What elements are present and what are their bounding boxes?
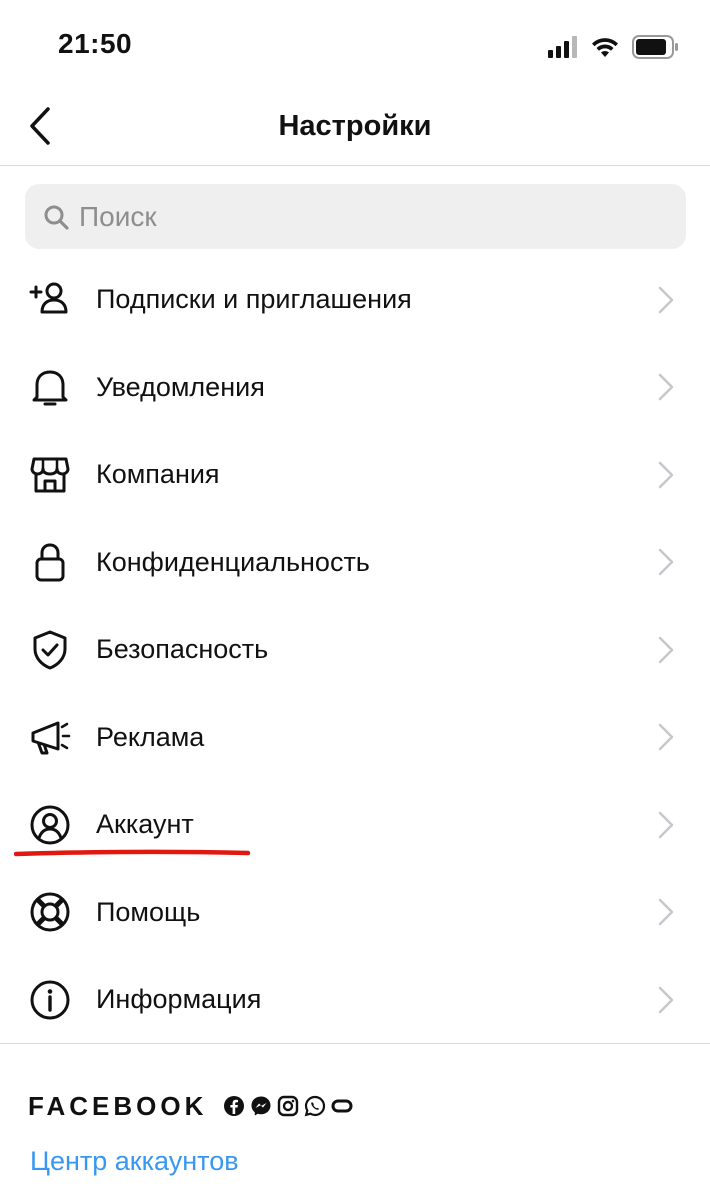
status-icons bbox=[548, 30, 680, 64]
search-box[interactable] bbox=[25, 184, 686, 249]
menu-item-help[interactable]: Помощь bbox=[0, 869, 710, 957]
instagram-icon bbox=[278, 1095, 299, 1117]
menu-item-label: Аккаунт bbox=[96, 809, 194, 840]
divider bbox=[0, 1043, 710, 1044]
bell-icon bbox=[28, 365, 72, 409]
menu-item-label: Реклама bbox=[96, 721, 205, 752]
cellular-signal-icon bbox=[548, 36, 577, 58]
chevron-right-icon bbox=[658, 461, 674, 488]
menu-item-follow-invite[interactable]: Подписки и приглашения bbox=[0, 256, 710, 344]
status-bar: 21:50 bbox=[0, 0, 710, 90]
chevron-right-icon bbox=[658, 724, 674, 751]
search-input[interactable] bbox=[79, 200, 639, 233]
shield-check-icon bbox=[28, 628, 72, 672]
settings-menu: Подписки и приглашения Уведомления Компа… bbox=[0, 256, 710, 1044]
lock-icon bbox=[28, 540, 72, 584]
chevron-right-icon bbox=[658, 374, 674, 401]
facebook-wordmark: FACEBOOK bbox=[28, 1090, 208, 1121]
menu-item-security[interactable]: Безопасность bbox=[0, 606, 710, 694]
account-center-link[interactable]: Центр аккаунтов bbox=[30, 1146, 239, 1177]
menu-item-label: Конфиденциальность bbox=[96, 546, 370, 577]
menu-item-label: Подписки и приглашения bbox=[96, 284, 412, 315]
messenger-icon bbox=[251, 1096, 271, 1116]
facebook-brand-row: FACEBOOK bbox=[28, 1090, 353, 1122]
menu-item-label: Компания bbox=[96, 459, 220, 490]
chevron-right-icon bbox=[658, 636, 674, 663]
chevron-right-icon bbox=[658, 286, 674, 313]
menu-item-about[interactable]: Информация bbox=[0, 956, 710, 1044]
account-circle-icon bbox=[28, 803, 72, 847]
status-time: 21:50 bbox=[58, 28, 133, 59]
add-person-icon bbox=[28, 278, 72, 322]
menu-item-label: Помощь bbox=[96, 896, 201, 927]
menu-item-label: Безопасность bbox=[96, 634, 269, 665]
menu-item-business[interactable]: Компания bbox=[0, 431, 710, 519]
red-underline-annotation bbox=[14, 849, 250, 857]
facebook-icon bbox=[224, 1096, 245, 1116]
portal-icon bbox=[331, 1099, 353, 1113]
chevron-right-icon bbox=[658, 811, 674, 838]
menu-item-label: Информация bbox=[96, 984, 262, 1015]
page-title: Настройки bbox=[278, 110, 432, 142]
menu-item-notifications[interactable]: Уведомления bbox=[0, 344, 710, 432]
chevron-right-icon bbox=[658, 986, 674, 1013]
menu-item-privacy[interactable]: Конфиденциальность bbox=[0, 519, 710, 607]
storefront-icon bbox=[28, 453, 72, 497]
info-icon bbox=[28, 978, 72, 1022]
chevron-right-icon bbox=[658, 549, 674, 576]
whatsapp-icon bbox=[305, 1095, 326, 1117]
chevron-right-icon bbox=[658, 899, 674, 926]
facebook-app-icons bbox=[223, 1095, 353, 1117]
wifi-icon bbox=[592, 38, 618, 57]
menu-item-label: Уведомления bbox=[96, 371, 265, 402]
battery-icon bbox=[632, 35, 678, 59]
search-icon bbox=[44, 205, 69, 230]
lifebuoy-icon bbox=[28, 890, 72, 934]
nav-bar: Настройки bbox=[0, 90, 710, 166]
megaphone-icon bbox=[28, 715, 72, 759]
menu-item-ads[interactable]: Реклама bbox=[0, 694, 710, 782]
